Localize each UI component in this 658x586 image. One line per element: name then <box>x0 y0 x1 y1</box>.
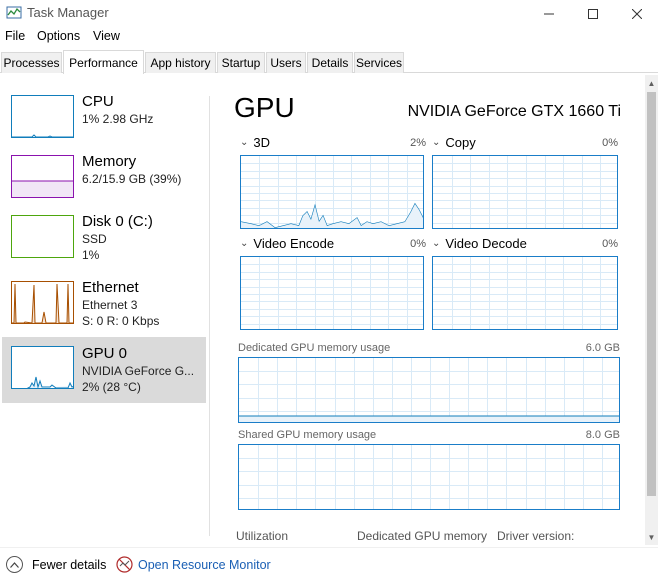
tab-app-history[interactable]: App history <box>145 52 216 73</box>
close-button[interactable] <box>614 0 658 28</box>
dedicated-memory-stat-label: Dedicated GPU memory <box>357 529 488 543</box>
sidebar-item-label: CPU <box>82 93 114 110</box>
maximize-button[interactable] <box>570 0 616 28</box>
dedicated-memory-value: 6.0 GB <box>585 342 620 354</box>
tab-startup[interactable]: Startup <box>217 52 265 73</box>
engine-percent: 0% <box>410 238 426 250</box>
engine-label: Video Encode <box>253 236 335 251</box>
engine-selector-video-encode[interactable]: ⌄ Video Encode <box>240 236 334 251</box>
sidebar-item-disk[interactable]: Disk 0 (C:) SSD 1% <box>2 208 206 274</box>
engine-percent: 2% <box>410 137 426 149</box>
tab-details[interactable]: Details <box>307 52 353 73</box>
engine-selector-copy[interactable]: ⌄ Copy <box>432 135 476 150</box>
tab-performance[interactable]: Performance <box>63 50 144 74</box>
title-bar: Task Manager <box>0 0 658 28</box>
scroll-up-arrow-icon[interactable]: ▲ <box>645 75 658 91</box>
memory-thumbnail-graph <box>11 155 74 198</box>
ethernet-thumbnail-graph <box>11 281 74 324</box>
shared-memory-label: Shared GPU memory usage <box>238 429 377 441</box>
driver-version-label: Driver version: <box>497 529 575 543</box>
engine-label: Copy <box>445 135 476 150</box>
graph-dedicated-memory <box>238 357 620 423</box>
scroll-down-arrow-icon[interactable]: ▼ <box>645 529 658 545</box>
shared-memory-value: 8.0 GB <box>585 429 620 441</box>
sidebar-item-detail: NVIDIA GeForce G... <box>82 364 195 378</box>
sidebar-item-detail: 2% (28 °C) <box>82 380 141 394</box>
tab-bar: Processes Performance App history Startu… <box>0 50 658 74</box>
sidebar-item-memory[interactable]: Memory 6.2/15.9 GB (39%) <box>2 148 206 214</box>
engine-selector-video-decode[interactable]: ⌄ Video Decode <box>432 236 527 251</box>
sidebar-item-label: Disk 0 (C:) <box>82 213 153 230</box>
graph-3d <box>240 155 424 229</box>
engine-label: 3D <box>253 135 271 150</box>
sidebar-item-label: Memory <box>82 153 137 170</box>
graph-video-decode <box>432 256 618 330</box>
open-resource-monitor-link[interactable]: Open Resource Monitor <box>138 558 271 572</box>
resource-sidebar: CPU 1% 2.98 GHz Memory 6.2/15.9 GB (39%)… <box>0 74 208 544</box>
utilization-label: Utilization <box>236 529 289 543</box>
graph-gridlines <box>239 445 619 509</box>
sidebar-item-label: Ethernet <box>82 279 139 296</box>
menu-options[interactable]: Options <box>37 29 80 43</box>
sidebar-item-detail: 6.2/15.9 GB (39%) <box>82 172 182 186</box>
sidebar-item-label: GPU 0 <box>82 345 128 362</box>
fewer-details-button[interactable]: Fewer details <box>32 558 106 572</box>
engine-selector-3d[interactable]: ⌄ 3D <box>240 135 270 150</box>
task-manager-icon <box>6 5 22 21</box>
sidebar-item-detail: 1% <box>82 248 100 262</box>
sidebar-item-detail: 1% 2.98 GHz <box>82 112 154 126</box>
resource-monitor-icon <box>116 556 133 573</box>
disk-thumbnail-graph <box>11 215 74 258</box>
cpu-thumbnail-graph <box>11 95 74 138</box>
engine-label: Video Decode <box>445 236 527 251</box>
graph-video-encode <box>240 256 424 330</box>
graph-gridlines <box>433 257 617 329</box>
gpu-device-name: NVIDIA GeForce GTX 1660 Ti <box>407 103 621 120</box>
graph-gridlines <box>241 156 423 228</box>
scroll-thumb[interactable] <box>647 92 656 496</box>
sidebar-item-detail: Ethernet 3 <box>82 298 138 312</box>
graph-gridlines <box>241 257 423 329</box>
chevron-down-icon: ⌄ <box>240 137 249 148</box>
minimize-button[interactable] <box>526 0 572 28</box>
gpu-thumbnail-graph <box>11 346 74 389</box>
chevron-down-icon: ⌄ <box>432 238 441 249</box>
sidebar-item-ethernet[interactable]: Ethernet Ethernet 3 S: 0 R: 0 Kbps <box>2 274 206 340</box>
tab-processes[interactable]: Processes <box>1 52 62 73</box>
engine-percent: 0% <box>602 238 618 250</box>
graph-copy <box>432 155 618 229</box>
menu-file[interactable]: File <box>5 29 25 43</box>
menu-view[interactable]: View <box>93 29 120 43</box>
graph-gridlines <box>433 156 617 228</box>
graph-shared-memory <box>238 444 620 510</box>
sidebar-item-detail: SSD <box>82 232 107 246</box>
tab-services[interactable]: Services <box>354 52 404 73</box>
chevron-up-icon[interactable] <box>6 556 23 573</box>
page-title: GPU <box>234 92 295 123</box>
window-title: Task Manager <box>27 5 109 20</box>
vertical-scrollbar[interactable]: ▲ ▼ <box>645 75 658 545</box>
chevron-down-icon: ⌄ <box>432 137 441 148</box>
sidebar-item-gpu-0[interactable]: GPU 0 NVIDIA GeForce G... 2% (28 °C) <box>2 337 206 403</box>
sidebar-item-cpu[interactable]: CPU 1% 2.98 GHz <box>2 88 206 154</box>
dedicated-memory-label: Dedicated GPU memory usage <box>238 342 391 354</box>
sidebar-divider <box>209 96 210 536</box>
bottom-bar: Fewer details Open Resource Monitor <box>0 547 658 586</box>
graph-gridlines <box>239 358 619 422</box>
tab-users[interactable]: Users <box>266 52 306 73</box>
chevron-down-icon: ⌄ <box>240 238 249 249</box>
engine-percent: 0% <box>602 137 618 149</box>
sidebar-item-detail: S: 0 R: 0 Kbps <box>82 314 160 328</box>
